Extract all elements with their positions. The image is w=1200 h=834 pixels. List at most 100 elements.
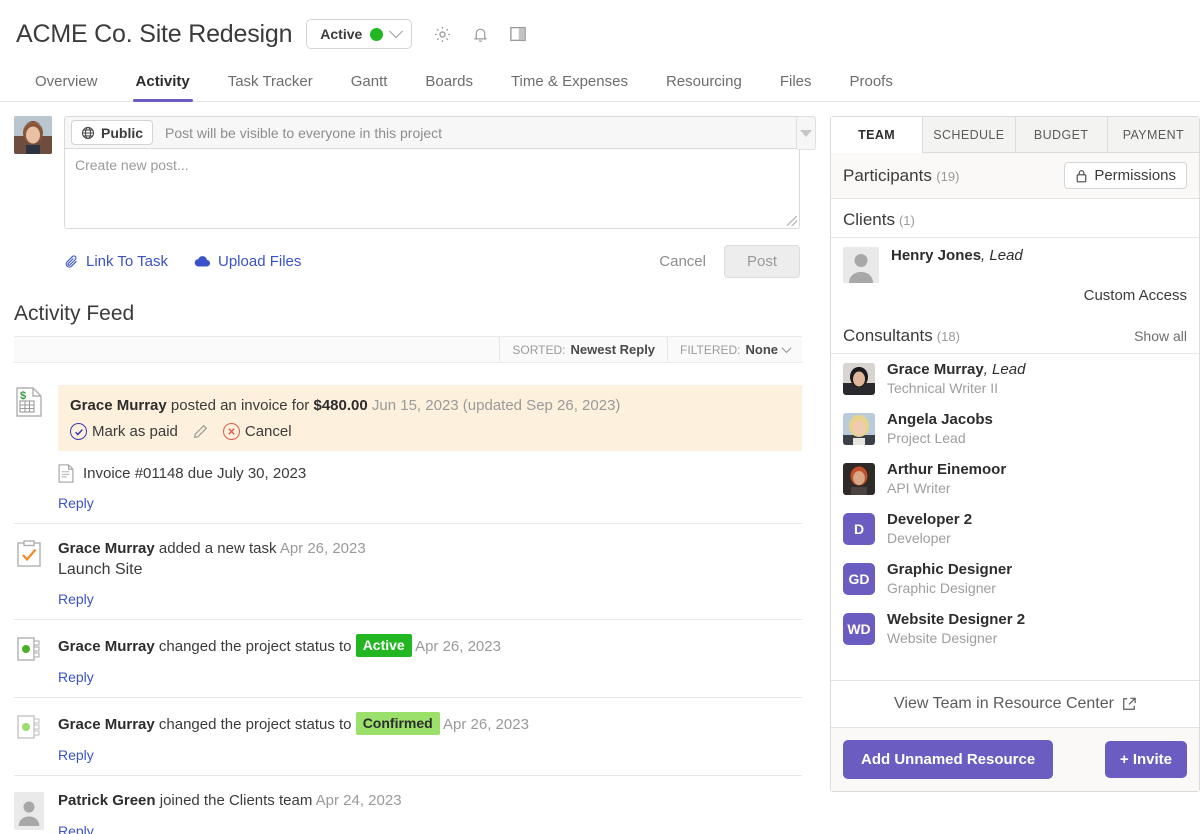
cancel-invoice-button[interactable]: Cancel xyxy=(222,423,292,440)
link-to-task-label: Link To Task xyxy=(86,253,168,270)
consultant-list-item[interactable]: D Developer 2 Developer xyxy=(831,504,1199,554)
submit-post-button[interactable]: Post xyxy=(723,245,800,278)
status-change-icon xyxy=(14,634,44,697)
post-textarea[interactable]: Create new post... xyxy=(64,148,800,229)
consultant-role-suffix: , Lead xyxy=(983,361,1026,378)
tab-files[interactable]: Files xyxy=(761,74,831,101)
task-name[interactable]: Launch Site xyxy=(58,561,802,579)
invoice-summary-line: Grace Murray posted an invoice for $480.… xyxy=(70,395,790,416)
participants-title: Participants xyxy=(843,165,932,185)
consultant-name-text: Developer 2 xyxy=(887,511,973,528)
post-placeholder: Create new post... xyxy=(75,157,189,173)
visibility-bar: Public Post will be visible to everyone … xyxy=(64,116,800,148)
consultant-name: Website Designer 2 xyxy=(887,611,1025,629)
consultant-name-text: Grace Murray xyxy=(887,361,984,378)
panel-tab-payment[interactable]: PAYMENT xyxy=(1107,117,1199,152)
panel-tab-schedule[interactable]: SCHEDULE xyxy=(923,117,1016,152)
mark-as-paid-label: Mark as paid xyxy=(92,423,178,440)
panel-toggle-icon[interactable] xyxy=(508,24,528,44)
consultant-role: API Writer xyxy=(887,480,951,496)
reply-link[interactable]: Reply xyxy=(58,591,94,607)
view-team-resource-center-link[interactable]: View Team in Resource Center xyxy=(831,680,1199,727)
reply-link[interactable]: Reply xyxy=(58,823,94,834)
panel-tab-budget[interactable]: BUDGET xyxy=(1015,117,1108,152)
consultant-name: Arthur Einemoor xyxy=(887,461,1006,479)
permissions-button[interactable]: Permissions xyxy=(1064,162,1187,189)
project-status-dropdown[interactable]: Active xyxy=(306,19,413,49)
resize-handle[interactable] xyxy=(787,216,797,226)
activity-feed-list: $ Grace Murray posted an invoice for $48… xyxy=(0,363,816,834)
person-avatar xyxy=(14,790,44,834)
gear-icon[interactable] xyxy=(432,24,452,44)
timestamp: Jun 15, 2023 (updated Sep 26, 2023) xyxy=(371,397,621,414)
consultants-group-header: Consultants (18) Show all xyxy=(831,315,1199,354)
paperclip-icon xyxy=(65,255,77,268)
tab-label: Activity xyxy=(135,73,190,90)
consultants-title: Consultants xyxy=(843,326,933,345)
tab-task-tracker[interactable]: Task Tracker xyxy=(209,74,332,101)
tab-label: Resourcing xyxy=(665,73,742,90)
reply-link[interactable]: Reply xyxy=(58,747,94,763)
client-name: Henry Jones, Lead xyxy=(891,247,1023,265)
edit-invoice-button[interactable] xyxy=(192,423,209,440)
x-circle-icon xyxy=(222,423,240,440)
tab-resourcing[interactable]: Resourcing xyxy=(647,74,761,101)
task-added-icon xyxy=(14,538,44,619)
panel-tab-label: SCHEDULE xyxy=(933,128,1005,142)
reply-link[interactable]: Reply xyxy=(58,495,94,511)
consultant-list-item[interactable]: GD Graphic Designer Graphic Designer xyxy=(831,554,1199,604)
tab-activity[interactable]: Activity xyxy=(117,73,209,102)
participants-header: Participants (19) Permissions xyxy=(831,153,1199,199)
activity-feed-title: Activity Feed xyxy=(14,302,135,325)
clients-title: Clients xyxy=(843,210,895,229)
reply-link[interactable]: Reply xyxy=(58,669,94,685)
project-status-label: Active xyxy=(320,26,363,42)
action-text: added a new task xyxy=(154,540,280,557)
invoice-icon: $ xyxy=(14,385,44,523)
mark-as-paid-button[interactable]: Mark as paid xyxy=(70,423,178,440)
visibility-selector[interactable]: Public xyxy=(71,120,154,145)
tab-boards[interactable]: Boards xyxy=(406,74,492,101)
upload-files-button[interactable]: Upload Files xyxy=(194,253,301,270)
tab-proofs[interactable]: Proofs xyxy=(831,74,912,101)
client-list-item[interactable]: Henry Jones, Lead xyxy=(831,238,1199,287)
avatar xyxy=(843,463,875,495)
consultants-count: (18) xyxy=(936,329,960,344)
collapse-composer-button[interactable] xyxy=(796,116,816,150)
consultant-role: Graphic Designer xyxy=(887,580,996,596)
cancel-post-button[interactable]: Cancel xyxy=(647,247,718,276)
filter-control[interactable]: FILTERED: None xyxy=(667,337,802,362)
consultant-list-item[interactable]: Arthur Einemoor API Writer xyxy=(831,454,1199,504)
globe-icon xyxy=(81,126,95,139)
action-text: changed the project status to xyxy=(154,716,356,733)
svg-text:$: $ xyxy=(20,390,26,402)
actor-name: Grace Murray xyxy=(58,638,155,655)
invoice-attachment[interactable]: Invoice #01148 due July 30, 2023 xyxy=(58,464,802,483)
show-all-consultants-link[interactable]: Show all xyxy=(1134,328,1187,344)
panel-tab-team[interactable]: TEAM xyxy=(831,117,924,153)
composer-action-row: Link To Task Upload Files Cancel Post xyxy=(64,245,800,278)
check-circle-icon xyxy=(70,423,87,440)
feed-item-task-added: Grace Murray added a new task Apr 26, 20… xyxy=(14,523,802,619)
tab-label: Proofs xyxy=(849,73,893,90)
consultant-list-item[interactable]: Grace Murray, Lead Technical Writer II xyxy=(831,354,1199,404)
consultant-name-text: Website Designer 2 xyxy=(887,611,1026,628)
invite-button[interactable]: + Invite xyxy=(1104,741,1187,778)
actor-name: Grace Murray xyxy=(58,540,155,557)
consultant-list-item[interactable]: WD Website Designer 2 Website Designer xyxy=(831,604,1199,654)
client-role-suffix: , Lead xyxy=(981,247,1023,264)
pencil-icon xyxy=(193,424,208,439)
tab-overview[interactable]: Overview xyxy=(16,74,117,101)
add-unnamed-resource-button[interactable]: Add Unnamed Resource xyxy=(843,740,1054,779)
consultant-list-item[interactable]: Angela Jacobs Project Lead xyxy=(831,404,1199,454)
panel-tab-label: TEAM xyxy=(858,128,896,142)
sort-control[interactable]: SORTED: Newest Reply xyxy=(499,337,667,362)
tab-gantt[interactable]: Gantt xyxy=(332,74,407,101)
actor-name: Grace Murray xyxy=(58,716,155,733)
panel-tab-bar: TEAM SCHEDULE BUDGET PAYMENT xyxy=(831,117,1199,153)
link-to-task-button[interactable]: Link To Task xyxy=(64,253,168,270)
actor-name: Grace Murray xyxy=(70,397,167,414)
bell-icon[interactable] xyxy=(470,24,490,44)
tab-time-expenses[interactable]: Time & Expenses xyxy=(492,74,647,101)
avatar-initials: WD xyxy=(843,613,875,645)
